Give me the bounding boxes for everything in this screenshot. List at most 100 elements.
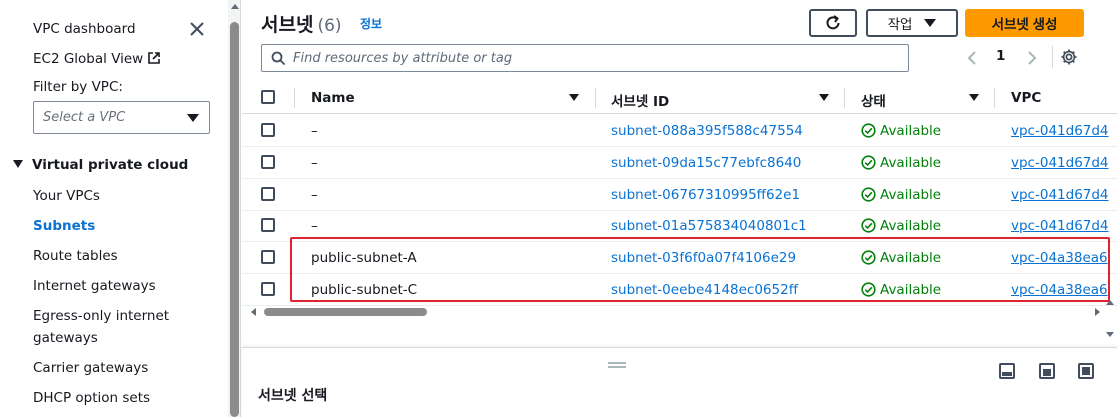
column-header-vpc[interactable]: VPC xyxy=(1011,90,1041,106)
sidebar-item-egress-only-gateways[interactable]: gateways xyxy=(33,330,98,346)
chevron-left-icon[interactable] xyxy=(967,50,977,69)
cell-name: – xyxy=(311,187,318,203)
caret-down-icon xyxy=(187,114,199,122)
page-title: 서브넷 (6) xyxy=(261,10,342,37)
cell-status: Available xyxy=(861,282,941,298)
scroll-up-icon[interactable] xyxy=(1106,300,1114,305)
cell-status: Available xyxy=(861,218,941,234)
cell-vpc-link[interactable]: vpc-041d67d4 xyxy=(1011,218,1109,234)
check-circle-icon xyxy=(861,187,876,202)
cell-vpc-link[interactable]: vpc-041d67d4 xyxy=(1011,155,1109,171)
sidebar-item-label: EC2 Global View xyxy=(33,51,144,67)
cell-subnet-id[interactable]: subnet-0eebe4148ec0652ff xyxy=(611,282,798,298)
row-checkbox[interactable] xyxy=(261,155,275,169)
cell-subnet-id[interactable]: subnet-03f6f0a07f4106e29 xyxy=(611,250,796,266)
vpc-filter-select[interactable]: Select a VPC xyxy=(33,101,210,134)
cell-name: – xyxy=(311,123,318,139)
refresh-icon xyxy=(826,15,840,30)
table-header: Name 서브넷 ID 상태 VPC xyxy=(242,82,1117,114)
table-row[interactable]: public-subnet-A subnet-03f6f0a07f4106e29… xyxy=(242,242,1117,274)
search-bar xyxy=(261,44,909,72)
status-text: Available xyxy=(880,155,942,171)
scrollbar-thumb[interactable] xyxy=(264,308,427,316)
column-divider xyxy=(294,88,295,108)
cell-vpc-link[interactable]: vpc-04a38ea6 xyxy=(1011,250,1108,266)
create-subnet-button[interactable]: 서브넷 생성 xyxy=(965,9,1084,37)
sidebar-item-egress-only-internet[interactable]: Egress-only internet xyxy=(33,308,169,324)
cell-name: public-subnet-A xyxy=(311,250,417,266)
search-icon xyxy=(271,51,286,70)
scroll-down-icon[interactable] xyxy=(1106,332,1114,337)
cell-subnet-id[interactable]: subnet-06767310995ff62e1 xyxy=(611,187,800,203)
sidebar-item-subnets[interactable]: Subnets xyxy=(33,218,95,234)
table-row[interactable]: – subnet-088a395f588c47554 Available vpc… xyxy=(242,115,1117,147)
column-divider[interactable] xyxy=(595,88,596,108)
table-horizontal-scrollbar[interactable] xyxy=(242,305,1104,319)
cell-vpc-link[interactable]: vpc-041d67d4 xyxy=(1011,187,1109,203)
pager-divider xyxy=(1052,46,1053,68)
sort-icon[interactable] xyxy=(819,94,829,101)
refresh-button[interactable] xyxy=(809,9,857,37)
sidebar-item-vpc-dashboard[interactable]: VPC dashboard xyxy=(33,21,136,37)
table-row[interactable]: – subnet-01a575834040801c1 Available vpc… xyxy=(242,210,1117,242)
sort-icon[interactable] xyxy=(569,94,579,101)
external-link-icon xyxy=(147,51,161,69)
row-checkbox[interactable] xyxy=(261,218,275,232)
caret-down-icon[interactable] xyxy=(13,160,23,168)
check-circle-icon xyxy=(861,218,876,233)
cell-subnet-id[interactable]: subnet-088a395f588c47554 xyxy=(611,123,803,139)
actions-label: 작업 xyxy=(887,17,913,32)
sidebar-item-ec2-global-view[interactable]: EC2 Global View xyxy=(33,51,161,69)
chevron-right-icon[interactable] xyxy=(1027,50,1037,69)
panel-side-icon[interactable] xyxy=(1039,363,1055,379)
actions-button[interactable]: 작업 xyxy=(866,9,958,37)
scroll-up-icon[interactable] xyxy=(231,4,239,9)
search-input[interactable] xyxy=(293,49,893,67)
column-divider[interactable] xyxy=(994,88,995,108)
sort-icon[interactable] xyxy=(969,94,979,101)
table-row[interactable]: – subnet-06767310995ff62e1 Available vpc… xyxy=(242,179,1117,211)
check-circle-icon xyxy=(861,123,876,138)
scrollbar-thumb[interactable] xyxy=(230,22,239,417)
check-circle-icon xyxy=(861,250,876,265)
app-root: VPC dashboard EC2 Global View Filter by … xyxy=(0,0,1117,417)
info-link[interactable]: 정보 xyxy=(360,15,382,32)
table-row[interactable]: public-subnet-C subnet-0eebe4148ec0652ff… xyxy=(242,274,1117,306)
current-page[interactable]: 1 xyxy=(996,48,1005,64)
row-checkbox[interactable] xyxy=(261,187,275,201)
sidebar-section-title[interactable]: Virtual private cloud xyxy=(32,157,188,173)
column-header-status[interactable]: 상태 xyxy=(861,90,886,110)
select-all-checkbox[interactable] xyxy=(261,90,275,104)
sidebar-item-dhcp-option-sets[interactable]: DHCP option sets xyxy=(33,390,150,406)
row-checkbox[interactable] xyxy=(261,282,275,296)
cell-vpc-link[interactable]: vpc-041d67d4 xyxy=(1011,123,1109,139)
table-row[interactable]: – subnet-09da15c77ebfc8640 Available vpc… xyxy=(242,147,1117,179)
cell-name: public-subnet-C xyxy=(311,282,418,298)
panel-full-icon[interactable] xyxy=(1078,363,1094,379)
scroll-right-icon[interactable] xyxy=(1095,308,1100,316)
close-icon[interactable] xyxy=(188,20,206,38)
sidebar-item-your-vpcs[interactable]: Your VPCs xyxy=(33,188,100,204)
column-divider[interactable] xyxy=(844,88,845,108)
cell-subnet-id[interactable]: subnet-09da15c77ebfc8640 xyxy=(611,155,801,171)
cell-vpc-link[interactable]: vpc-04a38ea6 xyxy=(1011,282,1108,298)
cell-status: Available xyxy=(861,187,941,203)
check-circle-icon xyxy=(861,282,876,297)
row-checkbox[interactable] xyxy=(261,250,275,264)
sidebar-item-route-tables[interactable]: Route tables xyxy=(33,248,118,264)
sidebar-item-carrier-gateways[interactable]: Carrier gateways xyxy=(33,360,148,376)
status-text: Available xyxy=(880,250,942,266)
cell-subnet-id[interactable]: subnet-01a575834040801c1 xyxy=(611,218,807,234)
scroll-left-icon[interactable] xyxy=(251,308,256,316)
gear-icon[interactable] xyxy=(1060,48,1078,70)
column-header-subnet-id[interactable]: 서브넷 ID xyxy=(611,90,669,110)
split-panel: 서브넷 선택 xyxy=(242,347,1117,417)
sidebar: VPC dashboard EC2 Global View Filter by … xyxy=(0,0,228,417)
sidebar-scrollbar[interactable] xyxy=(228,0,241,417)
sidebar-item-internet-gateways[interactable]: Internet gateways xyxy=(33,278,156,294)
row-checkbox[interactable] xyxy=(261,123,275,137)
status-text: Available xyxy=(880,187,942,203)
column-header-name[interactable]: Name xyxy=(311,90,355,106)
panel-bottom-icon[interactable] xyxy=(999,363,1015,379)
drag-handle-icon[interactable] xyxy=(608,362,626,368)
